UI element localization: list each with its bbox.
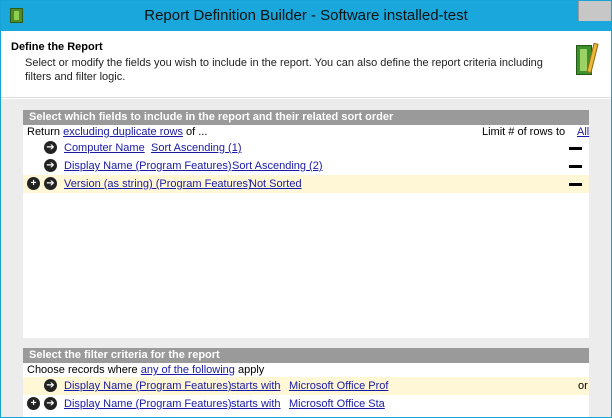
- arrow-right-icon[interactable]: ➔: [44, 159, 57, 172]
- header-panel: Define the Report Select or modify the f…: [1, 31, 611, 98]
- filter-operator-link[interactable]: starts with: [231, 377, 281, 395]
- sort-order-link[interactable]: Not Sorted: [249, 175, 302, 193]
- field-name-link[interactable]: Computer Name: [64, 139, 145, 157]
- remove-field-icon[interactable]: [569, 183, 582, 186]
- return-prefix: Return: [27, 126, 61, 138]
- remove-field-icon[interactable]: [569, 165, 582, 168]
- plus-icon[interactable]: +: [27, 397, 40, 410]
- field-name-link[interactable]: Display Name (Program Features): [64, 157, 232, 175]
- choose-records-row: Choose records where any of the followin…: [23, 363, 589, 377]
- limit-rows-link[interactable]: All: [577, 125, 589, 139]
- filter-operator-link[interactable]: starts with: [231, 395, 281, 413]
- header-description: Select or modify the fields you wish to …: [25, 57, 543, 83]
- field-row[interactable]: ➔ Display Name (Program Features) Sort A…: [23, 157, 589, 175]
- choose-prefix: Choose records where: [27, 364, 138, 376]
- window-title: Report Definition Builder - Software ins…: [144, 7, 468, 24]
- sort-order-link[interactable]: Sort Ascending (1): [151, 139, 242, 157]
- report-definition-window: Report Definition Builder - Software ins…: [0, 0, 612, 418]
- filter-section: Select the filter criteria for the repor…: [23, 348, 589, 417]
- fields-section-header: Select which fields to include in the re…: [23, 110, 589, 125]
- fields-section: Select which fields to include in the re…: [23, 110, 589, 338]
- filter-field-link[interactable]: Display Name (Program Features): [64, 377, 232, 395]
- arrow-right-icon[interactable]: ➔: [44, 397, 57, 410]
- filter-row[interactable]: + ➔ Display Name (Program Features) star…: [23, 395, 589, 413]
- return-suffix: of ...: [186, 126, 208, 138]
- plus-icon[interactable]: +: [27, 177, 40, 190]
- limit-rows-label: Limit # of rows to: [482, 126, 566, 138]
- dialog-content: Define the Report Select or modify the f…: [1, 31, 611, 417]
- builder-area: Select which fields to include in the re…: [1, 99, 611, 417]
- arrow-right-icon[interactable]: ➔: [44, 379, 57, 392]
- filter-field-link[interactable]: Display Name (Program Features): [64, 395, 232, 413]
- header-title: Define the Report: [11, 41, 103, 53]
- arrow-right-icon[interactable]: ➔: [44, 141, 57, 154]
- filter-logic-link[interactable]: any of the following: [141, 364, 235, 376]
- close-button[interactable]: [578, 1, 611, 21]
- filter-value-link[interactable]: Microsoft Office Prof: [289, 377, 388, 395]
- field-name-link[interactable]: Version (as string) (Program Features): [64, 175, 252, 193]
- return-row: Return excluding duplicate rows of ... L…: [23, 125, 589, 139]
- filter-logic-or: or: [578, 380, 588, 392]
- filter-section-header: Select the filter criteria for the repor…: [23, 348, 589, 363]
- field-row-selected[interactable]: + ➔ Version (as string) (Program Feature…: [23, 175, 589, 193]
- choose-suffix: apply: [237, 364, 265, 376]
- remove-field-icon[interactable]: [569, 147, 582, 150]
- field-row[interactable]: ➔ Computer Name Sort Ascending (1): [23, 139, 589, 157]
- duplicate-rows-link[interactable]: excluding duplicate rows: [63, 126, 183, 138]
- report-book-icon: [576, 42, 599, 77]
- title-bar[interactable]: Report Definition Builder - Software ins…: [1, 1, 611, 31]
- filter-row[interactable]: ➔ Display Name (Program Features) starts…: [23, 377, 589, 395]
- sort-order-link[interactable]: Sort Ascending (2): [232, 157, 323, 175]
- arrow-right-icon[interactable]: ➔: [44, 177, 57, 190]
- filter-value-link[interactable]: Microsoft Office Sta: [289, 395, 385, 413]
